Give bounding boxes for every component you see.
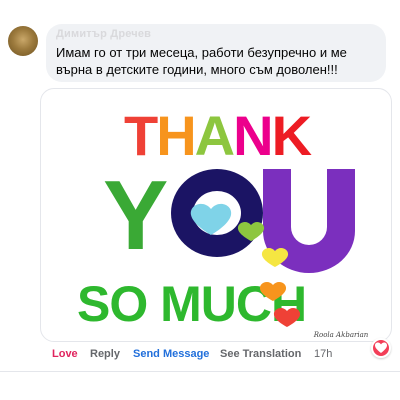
gif-attachment[interactable]: THANK Y SO MUCH Roola Akbarian (40, 88, 392, 342)
comment-text: Имам го от три месеца, работи безупречно… (56, 45, 347, 77)
avatar[interactable] (8, 26, 38, 56)
thank-you-gif: THANK Y SO MUCH Roola Akbarian (77, 104, 369, 339)
gif-signature: Roola Akbarian (313, 331, 369, 339)
gif-letter-y: Y (103, 160, 168, 270)
gif-line-thank: THANK (124, 104, 312, 167)
reply-button[interactable]: Reply (90, 348, 120, 360)
love-button[interactable]: Love (52, 348, 78, 360)
send-message-button[interactable]: Send Message (133, 348, 209, 360)
divider (0, 371, 400, 372)
heart-icon (375, 342, 387, 353)
comment-author[interactable]: Димитър Дречев (56, 28, 151, 40)
reaction-badge[interactable] (371, 338, 391, 358)
comment-timestamp[interactable]: 17h (314, 348, 332, 360)
see-translation-button[interactable]: See Translation (220, 348, 301, 360)
